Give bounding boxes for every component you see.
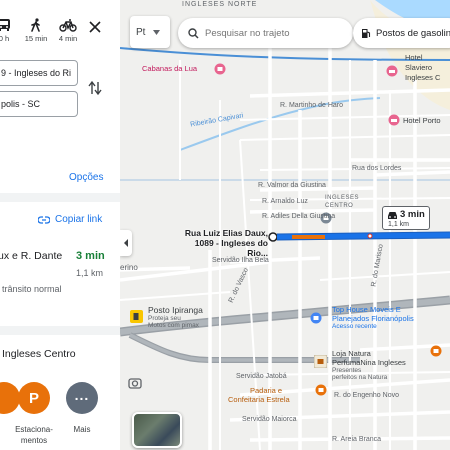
collapse-panel-button[interactable] [120, 230, 132, 256]
origin-field[interactable]: 9 - Ingleses do Ri [0, 60, 78, 86]
options-link[interactable]: Opções [69, 172, 103, 183]
language-label: Pt [136, 26, 146, 38]
map-label-martinho: R. Martinho de Haro [280, 102, 344, 109]
map-label-loja: Loja Natura [332, 349, 371, 358]
map-label-padaria2: Confeitaria Estrela [228, 395, 290, 404]
car-icon [388, 212, 397, 219]
map-label-hotel-porto: Hotel Porto [403, 116, 441, 125]
hotel-pin-icon [388, 114, 400, 126]
map-label-loja3: Presentes [332, 367, 362, 374]
map-label-areia: R. Areia Branca [332, 436, 382, 443]
swap-icon [88, 80, 102, 96]
route-time: 3 min [76, 250, 105, 262]
route-traffic: trânsito normal [2, 284, 62, 294]
gas-pump-icon [362, 28, 371, 38]
route-search-bar[interactable] [178, 18, 353, 48]
map-label-jatoba: Servidão Jatobá [236, 373, 287, 380]
map-label-tophouse: Top House Moveis E [332, 305, 401, 314]
chevron-down-icon [153, 29, 161, 35]
map-label-tophouse2: Planejados Florianópolis [332, 314, 414, 323]
bubble-distance: 1,1 km [388, 221, 410, 228]
map[interactable]: INGLESES NORTE Cabanas da Lua Hotel Slav… [120, 0, 450, 450]
travel-modes: 0 h 15 min 4 min [0, 18, 120, 52]
bike-icon [59, 19, 77, 32]
map-label-ingleses-centro: INGLESES CENTRO [325, 195, 360, 209]
search-icon [188, 27, 199, 39]
map-label-posto-sub1: Proteja seu [148, 315, 181, 322]
store-pin-icon [310, 312, 322, 324]
map-label-posto: Posto Ipiranga [148, 305, 203, 315]
more-label: Mais [73, 425, 91, 434]
mode-bike-time: 4 min [58, 34, 78, 43]
map-label-maiorca: Servidão Maiorca [242, 416, 297, 423]
section-divider [0, 326, 120, 335]
map-label-neighborhood: INGLESES NORTE [182, 1, 258, 8]
map-label-lordes: Rua dos Lordes [352, 165, 402, 172]
map-label-tophouse3: Acesso recente [332, 323, 377, 330]
map-layers-button[interactable] [132, 412, 182, 448]
language-selector[interactable]: Pt [130, 16, 170, 48]
nearby-title: Ingleses Centro [2, 348, 76, 360]
route-duration-bubble[interactable]: 3 min 1,1 km [382, 206, 430, 230]
gas-stations-label: Postos de gasolina [376, 27, 450, 39]
map-label-arnaldo: R. Arnaldo Luz [262, 198, 308, 205]
more-icon: ... [74, 387, 90, 403]
shopping-pin-icon [214, 63, 226, 75]
route-distance: 1,1 km [76, 268, 104, 278]
parking-icon: P [28, 389, 39, 407]
gas-stations-chip[interactable]: Postos de gasolina [353, 18, 450, 48]
more-button[interactable]: ... [66, 382, 98, 414]
copy-link-label: Copiar link [55, 214, 103, 225]
map-label-padaria: Padaria e [250, 386, 283, 395]
map-label-posto-sub2: Motos com pimax [148, 322, 199, 329]
map-label-loja2: PerfumaNina Ingleses [332, 358, 406, 367]
bakery-pin-icon [315, 384, 327, 396]
bus-icon [0, 19, 10, 31]
chevron-left-icon [124, 239, 128, 247]
map-label-engenho: R. do Engenho Novo [334, 392, 399, 399]
map-label-partial: erino [120, 263, 138, 272]
close-icon [89, 21, 101, 33]
route-start-label: Rua Luiz Elias Daux, 1089 - Ingleses do … [184, 228, 268, 258]
swap-button[interactable] [88, 80, 102, 101]
map-label-loja4: perfeitos na Natura [332, 374, 388, 381]
map-label-cabanas: Cabanas da Lua [142, 64, 198, 73]
mode-walk-time: 15 min [24, 34, 48, 43]
map-label-hotel-slaviero: Hotel Slaviero Ingleses C [405, 53, 441, 82]
route-name: ux e R. Dante [0, 250, 63, 262]
hotel-pin-icon [386, 65, 398, 77]
route-search-input[interactable] [205, 27, 335, 39]
gas-station-icon [130, 310, 143, 323]
map-label-valmor: R. Valmor da Giustina [258, 182, 326, 189]
destination-field[interactable]: polis - SC [0, 91, 78, 117]
nearby-item-partial[interactable] [0, 382, 20, 414]
parking-button[interactable]: P [18, 382, 50, 414]
map-label-ilha-bela: Servidão Ilha Bela [212, 257, 269, 264]
link-icon [38, 215, 50, 224]
map-label-adiles: R. Adiles Della Giustina [262, 213, 336, 220]
copy-link-button[interactable]: Copiar link [38, 214, 102, 225]
shop-icon [314, 355, 327, 368]
camera-icon[interactable] [128, 376, 142, 390]
walk-icon [31, 18, 40, 32]
mode-bike[interactable]: 4 min [50, 18, 86, 43]
food-pin-icon [430, 345, 442, 357]
section-divider [0, 193, 120, 202]
mode-walk[interactable]: 15 min [18, 18, 54, 43]
directions-panel: 0 h 15 min 4 min 9 - Ingleses do Ri poli… [0, 0, 120, 450]
close-button[interactable] [88, 20, 102, 39]
bubble-time: 3 min [400, 209, 425, 220]
